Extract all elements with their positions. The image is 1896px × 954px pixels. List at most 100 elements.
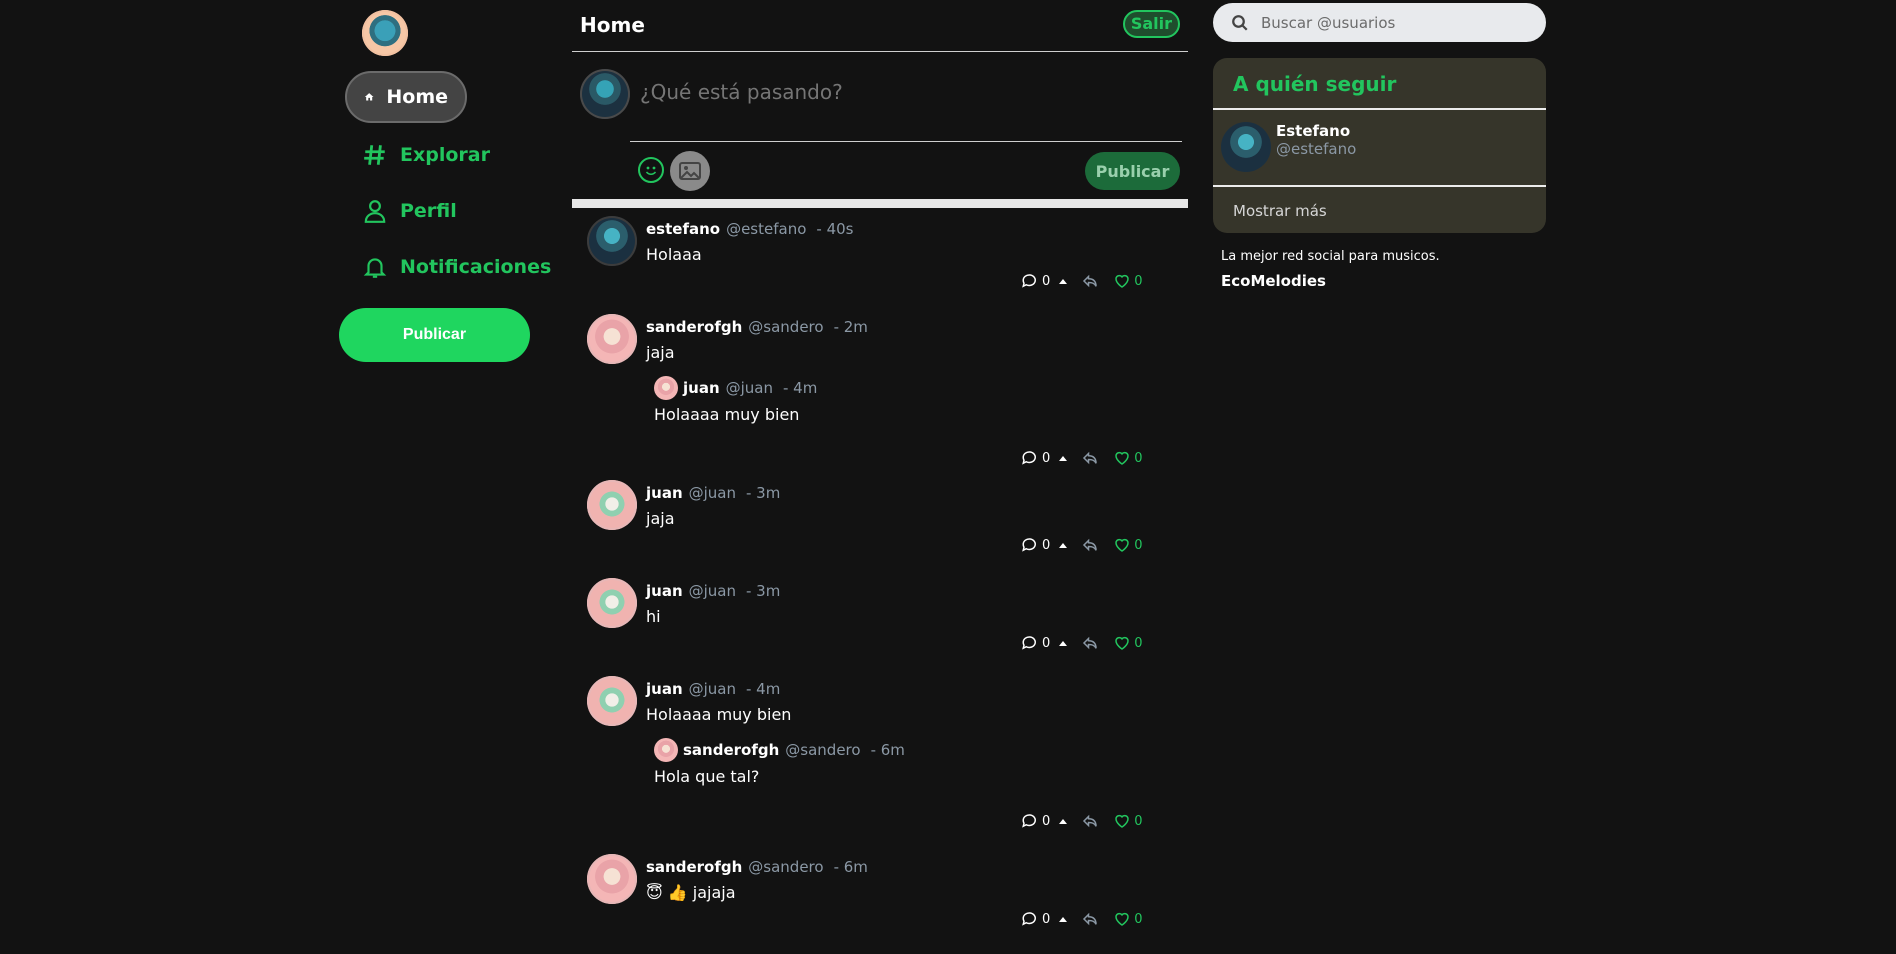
- caret-up-icon[interactable]: [1059, 455, 1068, 461]
- comment-button[interactable]: 0: [1021, 910, 1068, 928]
- tweet-time: - 3m: [746, 484, 781, 502]
- like-button[interactable]: 0: [1113, 536, 1143, 554]
- page-title: Home: [580, 13, 645, 37]
- retweet-button[interactable]: [1081, 634, 1099, 652]
- avatar[interactable]: [1221, 122, 1271, 172]
- like-button[interactable]: 0: [1113, 910, 1143, 928]
- like-count: 0: [1134, 450, 1143, 466]
- tweet-text: Holaaaa muy bien: [646, 705, 792, 724]
- sidebar-item-profile[interactable]: Perfil: [345, 185, 474, 237]
- search-input[interactable]: [1259, 12, 1523, 33]
- app-logo[interactable]: [362, 10, 408, 56]
- reply-icon: [1083, 538, 1098, 552]
- home-icon: [364, 93, 374, 101]
- quoted-handle: @juan: [725, 379, 773, 397]
- caret-up-icon[interactable]: [1059, 916, 1068, 922]
- emoji-icon[interactable]: [638, 157, 664, 183]
- who-to-follow-title: A quién seguir: [1233, 72, 1397, 96]
- comment-button[interactable]: 0: [1021, 449, 1068, 467]
- quoted-username[interactable]: sanderofgh: [683, 741, 779, 759]
- retweet-button[interactable]: [1081, 272, 1099, 290]
- reply-icon: [1083, 814, 1098, 828]
- comment-button[interactable]: 0: [1021, 272, 1068, 290]
- retweet-button[interactable]: [1081, 812, 1099, 830]
- comment-button[interactable]: 0: [1021, 536, 1068, 554]
- bell-icon: [363, 258, 387, 278]
- sidebar-item-explore[interactable]: Explorar: [345, 129, 507, 181]
- avatar[interactable]: [587, 676, 637, 726]
- avatar[interactable]: [587, 480, 637, 530]
- quoted-username[interactable]: juan: [683, 379, 720, 397]
- suggested-user-name[interactable]: Estefano: [1276, 122, 1350, 140]
- comment-button[interactable]: 0: [1021, 812, 1068, 830]
- sidebar-item-notifications[interactable]: Notificaciones: [345, 241, 568, 293]
- caret-up-icon[interactable]: [1059, 278, 1068, 284]
- tweet-username[interactable]: juan: [646, 484, 683, 502]
- search-icon: [1232, 14, 1248, 31]
- search-bar[interactable]: [1213, 3, 1546, 42]
- like-button[interactable]: 0: [1113, 272, 1143, 290]
- quoted-time: - 4m: [783, 379, 818, 397]
- comment-count: 0: [1042, 911, 1051, 927]
- tweet-meta: juan @juan - 4m: [646, 680, 780, 698]
- tweet-meta: juan @juan - 3m: [646, 582, 780, 600]
- sidebar-item-home[interactable]: Home: [345, 71, 467, 123]
- compose-input[interactable]: [638, 79, 1162, 105]
- avatar[interactable]: [587, 578, 637, 628]
- show-more-link[interactable]: Mostrar más: [1233, 202, 1327, 220]
- avatar: [654, 738, 678, 762]
- hash-icon: [364, 145, 385, 165]
- like-count: 0: [1134, 537, 1143, 553]
- tweet-username[interactable]: sanderofgh: [646, 858, 742, 876]
- reply-icon: [1083, 912, 1098, 926]
- comment-icon: [1022, 912, 1036, 926]
- tweet-text: hi: [646, 607, 661, 626]
- tweet-actions: 0 0: [1021, 633, 1143, 653]
- comment-button[interactable]: 0: [1021, 634, 1068, 652]
- tweet[interactable]: sanderofgh @sandero - 6m 😇 👍 jajaja 0 0: [572, 846, 1188, 944]
- logout-button[interactable]: Salir: [1122, 10, 1180, 38]
- tweet-handle: @sandero: [748, 858, 824, 876]
- retweet-button[interactable]: [1081, 536, 1099, 554]
- section-divider: [572, 199, 1188, 208]
- tweet-username[interactable]: sanderofgh: [646, 318, 742, 336]
- caret-up-icon[interactable]: [1059, 542, 1068, 548]
- like-button[interactable]: 0: [1113, 634, 1143, 652]
- image-upload-icon[interactable]: [670, 151, 710, 191]
- like-count: 0: [1134, 273, 1143, 289]
- tweet-meta: sanderofgh @sandero - 2m: [646, 318, 868, 336]
- like-count: 0: [1134, 813, 1143, 829]
- like-button[interactable]: 0: [1113, 812, 1143, 830]
- composer-divider: [630, 141, 1182, 142]
- tweet-username[interactable]: juan: [646, 680, 683, 698]
- tweet-username[interactable]: estefano: [646, 220, 720, 238]
- feed: estefano @estefano - 40s Holaaa 0 0 sander…: [572, 208, 1188, 954]
- like-button[interactable]: 0: [1113, 449, 1143, 467]
- tweet-time: - 6m: [833, 858, 868, 876]
- retweet-button[interactable]: [1081, 910, 1099, 928]
- reply-icon: [1083, 451, 1098, 465]
- tweet-time: - 40s: [816, 220, 854, 238]
- tweet-handle: @sandero: [748, 318, 824, 336]
- quoted-meta: sanderofgh @sandero - 6m: [683, 741, 905, 759]
- tweet[interactable]: estefano @estefano - 40s Holaaa 0 0: [572, 208, 1188, 306]
- caret-up-icon[interactable]: [1059, 640, 1068, 646]
- comment-count: 0: [1042, 635, 1051, 651]
- avatar[interactable]: [587, 216, 637, 266]
- avatar[interactable]: [587, 854, 637, 904]
- comment-count: 0: [1042, 813, 1051, 829]
- tweet[interactable]: sanderofgh @sandero - 2m jaja juan @juan - 4…: [572, 306, 1188, 472]
- compose-publish-button[interactable]: Publicar: [1085, 152, 1180, 190]
- tweet[interactable]: juan @juan - 3m jaja 0 0: [572, 472, 1188, 570]
- tweet[interactable]: juan @juan - 4m Holaaaa muy bien sanderofg…: [572, 668, 1188, 846]
- sidebar-publish-button[interactable]: Publicar: [339, 308, 530, 362]
- tweet-username[interactable]: juan: [646, 582, 683, 600]
- avatar[interactable]: [587, 314, 637, 364]
- tagline: La mejor red social para musicos.: [1221, 249, 1440, 264]
- reply-icon: [1083, 636, 1098, 650]
- panel-divider: [1213, 108, 1546, 110]
- retweet-button[interactable]: [1081, 449, 1099, 467]
- tweet-meta: juan @juan - 3m: [646, 484, 780, 502]
- caret-up-icon[interactable]: [1059, 818, 1068, 824]
- tweet[interactable]: juan @juan - 3m hi 0 0: [572, 570, 1188, 668]
